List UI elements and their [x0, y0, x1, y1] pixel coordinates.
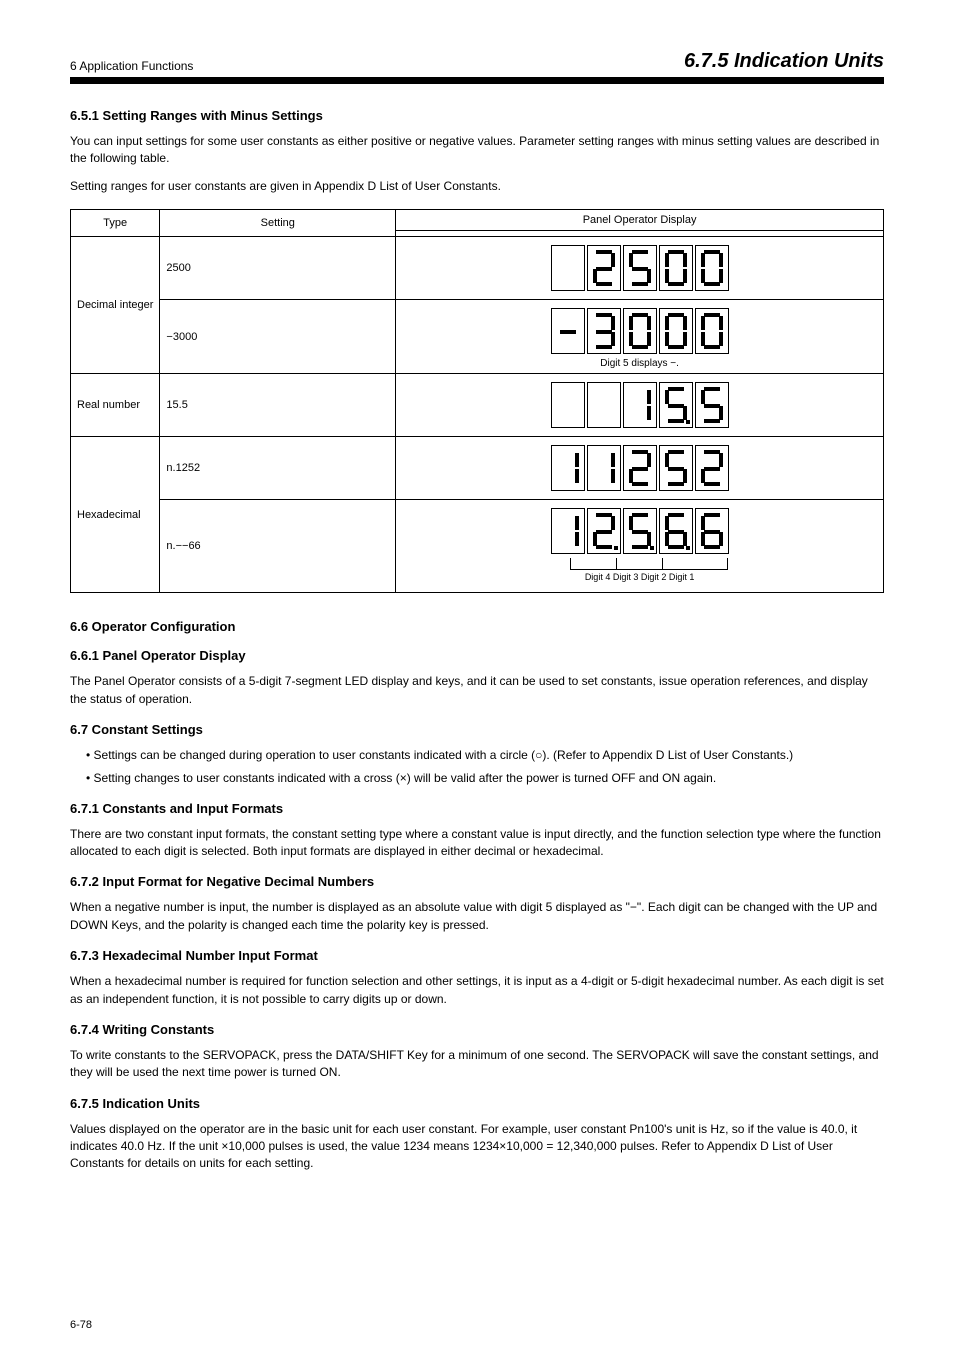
heading-675: 6.7.5 Indication Units [70, 1096, 884, 1111]
heading-671: 6.7.1 Constants and Input Formats [70, 801, 884, 816]
list-item: Setting changes to user constants indica… [86, 770, 884, 787]
para-675: Values displayed on the operator are in … [70, 1121, 884, 1173]
display-caption: Digit 5 displays −. [402, 358, 877, 369]
seven-segment-display [549, 306, 731, 356]
display-format-table: Type Setting Panel Operator Display Deci… [70, 209, 884, 593]
cell-display: Digit 5 displays −. [396, 300, 884, 374]
cell-setting: n.−−66 [160, 500, 396, 593]
seven-segment-display [549, 243, 731, 293]
cell-setting: −3000 [160, 300, 396, 374]
chapter-label: 6 Application Functions [70, 59, 193, 73]
para-671: There are two constant input formats, th… [70, 826, 884, 861]
th-type: Type [71, 210, 160, 237]
cell-setting: 2500 [160, 237, 396, 300]
section-title: 6.7.5 Indication Units [684, 50, 884, 73]
th-display: Panel Operator Display [396, 210, 884, 231]
cell-type: Hexadecimal [71, 437, 160, 593]
para-674: To write constants to the SERVOPACK, pre… [70, 1047, 884, 1082]
page-header: 6 Application Functions 6.7.5 Indication… [70, 50, 884, 84]
heading-651: 6.5.1 Setting Ranges with Minus Settings [70, 108, 884, 123]
cell-display [396, 374, 884, 437]
cell-type: Decimal integer [71, 237, 160, 374]
list-item: Settings can be changed during operation… [86, 747, 884, 764]
cell-display [396, 437, 884, 500]
para-651-2: Setting ranges for user constants are gi… [70, 178, 884, 195]
seven-segment-display [549, 506, 731, 556]
heading-672: 6.7.2 Input Format for Negative Decimal … [70, 874, 884, 889]
cell-display: Digit 4 Digit 3 Digit 2 Digit 1 [396, 500, 884, 593]
heading-673: 6.7.3 Hexadecimal Number Input Format [70, 948, 884, 963]
cell-setting: 15.5 [160, 374, 396, 437]
page-number: 6-78 [70, 1319, 92, 1331]
para-672: When a negative number is input, the num… [70, 899, 884, 934]
para-661: The Panel Operator consists of a 5-digit… [70, 673, 884, 708]
th-setting: Setting [160, 210, 396, 237]
heading-66: 6.6 Operator Configuration [70, 619, 884, 634]
heading-67: 6.7 Constant Settings [70, 722, 884, 737]
list-67: Settings can be changed during operation… [70, 747, 884, 787]
seven-segment-display [549, 443, 731, 493]
cell-display [396, 237, 884, 300]
para-673: When a hexadecimal number is required fo… [70, 973, 884, 1008]
heading-674: 6.7.4 Writing Constants [70, 1022, 884, 1037]
page-footer: 6-78 [70, 1319, 884, 1331]
heading-661: 6.6.1 Panel Operator Display [70, 648, 884, 663]
para-651-1: You can input settings for some user con… [70, 133, 884, 168]
seven-segment-display [549, 380, 731, 430]
cell-type: Real number [71, 374, 160, 437]
cell-setting: n.1252 [160, 437, 396, 500]
